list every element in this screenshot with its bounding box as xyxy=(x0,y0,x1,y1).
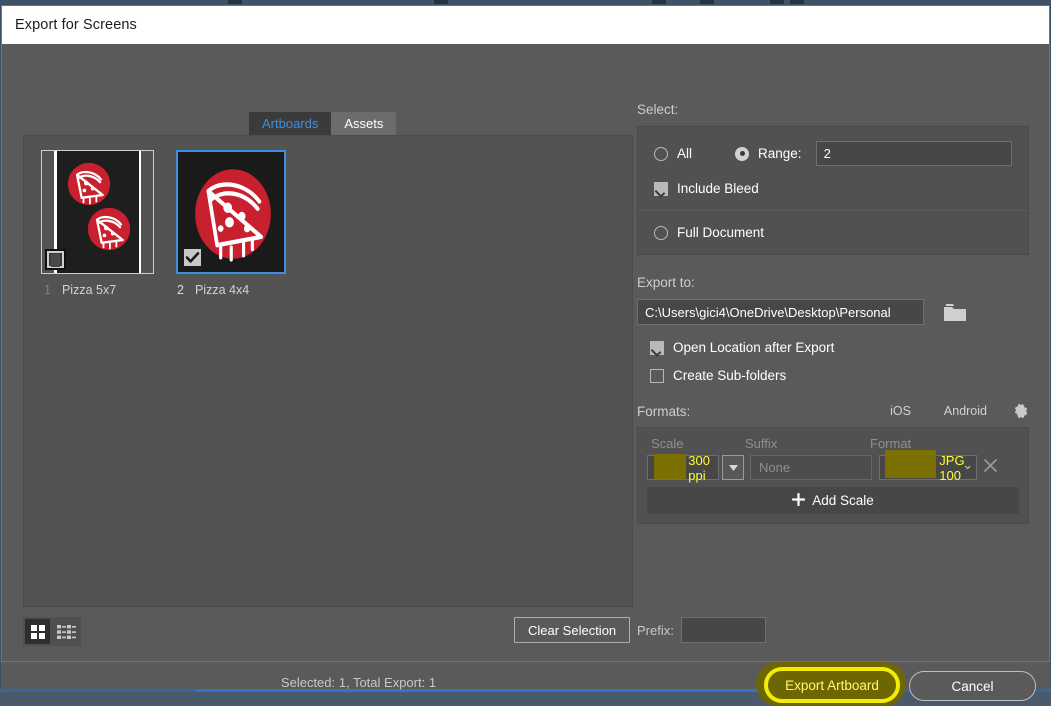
status-label: Selected: 1, Total Export: 1 xyxy=(280,675,437,690)
create-subfolders-checkbox[interactable] xyxy=(650,368,664,383)
cancel-button[interactable]: Cancel xyxy=(909,671,1036,701)
preset-android-button[interactable]: Android xyxy=(944,404,987,418)
column-header-format: Format xyxy=(870,436,912,451)
settings-pane: Select: All Range: 2 Include Bleed Full … xyxy=(633,44,1051,706)
export-to-group: C:\Users\gici4\OneDrive\Desktop\Personal… xyxy=(637,299,1029,383)
scale-input[interactable]: 300 ppi xyxy=(647,452,719,483)
artboards-pane: Artboards Assets 1 Pizza 5x7 2 Pizza 4x4… xyxy=(2,44,633,690)
artboard-2-canvas xyxy=(175,150,286,274)
artboard-item-1[interactable]: 1 Pizza 5x7 xyxy=(41,150,158,297)
view-mode-toggle-group xyxy=(23,617,81,646)
export-for-screens-dialog: Export for Screens Artboards Assets 1 Pi… xyxy=(1,5,1051,706)
export-path-input[interactable]: C:\Users\gici4\OneDrive\Desktop\Personal xyxy=(637,299,924,325)
suffix-placeholder: None xyxy=(759,460,791,475)
range-input[interactable]: 2 xyxy=(815,141,1012,166)
column-header-suffix: Suffix xyxy=(745,436,778,451)
formats-header-row: Formats: iOS Android xyxy=(637,403,1029,419)
tabstrip: Artboards Assets xyxy=(249,112,397,135)
select-scope-row: All Range: 2 xyxy=(654,141,1012,166)
preset-ios-button[interactable]: iOS xyxy=(890,404,911,418)
radio-all[interactable] xyxy=(654,146,668,161)
format-select[interactable]: JPG 100 xyxy=(879,449,977,483)
select-group-divider xyxy=(638,210,1028,211)
create-subfolders-label: Create Sub-folders xyxy=(673,368,787,383)
radio-range-label: Range: xyxy=(758,146,802,161)
column-header-scale: Scale xyxy=(651,436,684,451)
export-artboard-button[interactable]: Export Artboard xyxy=(767,670,897,700)
grid-view-icon[interactable] xyxy=(25,619,50,644)
gear-icon[interactable] xyxy=(1013,403,1029,419)
open-location-checkbox[interactable] xyxy=(650,340,664,355)
scale-value: 300 ppi xyxy=(688,452,710,483)
radio-full-document-label: Full Document xyxy=(677,225,765,240)
radio-full-document[interactable] xyxy=(654,225,668,240)
include-bleed-row: Include Bleed xyxy=(654,181,1012,196)
artboard-1-canvas xyxy=(54,151,141,273)
add-scale-button[interactable]: Add Scale xyxy=(647,487,1019,514)
list-view-icon[interactable] xyxy=(54,619,79,644)
dialog-body: Artboards Assets 1 Pizza 5x7 2 Pizza 4x4… xyxy=(2,44,1051,706)
export-path-row: C:\Users\gici4\OneDrive\Desktop\Personal xyxy=(637,299,1029,325)
pizza-slice-icon xyxy=(189,162,277,271)
prefix-label: Prefix: xyxy=(637,622,674,638)
close-icon[interactable] xyxy=(977,458,1003,477)
artboard-2-number: 2 xyxy=(177,283,184,297)
export-to-section-label: Export to: xyxy=(637,275,695,290)
chevron-down-icon xyxy=(964,465,970,470)
artboard-item-2[interactable]: 2 Pizza 4x4 xyxy=(174,150,291,297)
create-subfolders-row: Create Sub-folders xyxy=(650,368,1029,383)
include-bleed-checkbox[interactable] xyxy=(654,181,668,196)
artboard-1-label: 1 Pizza 5x7 xyxy=(41,283,158,297)
folder-icon[interactable] xyxy=(943,303,967,322)
artboard-1-thumbnail[interactable] xyxy=(41,150,154,274)
artboard-1-number: 1 xyxy=(44,283,51,297)
artboard-1-checkbox[interactable] xyxy=(45,249,66,270)
suffix-input[interactable]: None xyxy=(750,455,872,480)
open-location-row: Open Location after Export xyxy=(650,340,1029,355)
export-artboard-annotation: Export Artboard xyxy=(756,662,906,706)
select-group: All Range: 2 Include Bleed Full Document xyxy=(637,126,1029,255)
export-status-text: Selected: 1, Total Export: 1 xyxy=(2,675,633,690)
include-bleed-label: Include Bleed xyxy=(677,181,759,196)
pizza-slice-icon xyxy=(86,206,132,257)
open-location-label: Open Location after Export xyxy=(673,340,835,355)
tab-assets[interactable]: Assets xyxy=(331,112,397,135)
chevron-down-icon[interactable] xyxy=(722,455,744,480)
tab-artboards[interactable]: Artboards xyxy=(249,112,332,135)
add-scale-label: Add Scale xyxy=(812,493,874,508)
artboard-1-bleed-frame xyxy=(41,150,154,274)
artboard-2-thumbnail[interactable] xyxy=(174,150,287,274)
radio-range[interactable] xyxy=(735,146,750,161)
plus-icon xyxy=(792,492,806,509)
format-value: JPG 100 xyxy=(939,452,965,483)
radio-all-label: All xyxy=(677,146,693,161)
artboard-grid: 1 Pizza 5x7 2 Pizza 4x4 xyxy=(24,136,632,297)
select-section-label: Select: xyxy=(637,102,679,117)
artboard-2-label: 2 Pizza 4x4 xyxy=(174,283,291,297)
prefix-group: Prefix: xyxy=(637,617,766,643)
desktop-background: Export for Screens Artboards Assets 1 Pi… xyxy=(0,0,1051,706)
formats-table: Scale Suffix Format 300 ppi None JPG 100… xyxy=(637,427,1029,524)
artboard-2-name: Pizza 4x4 xyxy=(194,283,250,297)
full-document-row: Full Document xyxy=(654,225,1012,240)
prefix-input[interactable] xyxy=(680,617,766,643)
artboard-1-name: Pizza 5x7 xyxy=(61,283,117,297)
dialog-title: Export for Screens xyxy=(15,17,137,33)
clear-selection-button[interactable]: Clear Selection xyxy=(514,617,631,643)
pizza-slice-icon xyxy=(66,161,112,212)
artboard-2-checkbox[interactable] xyxy=(182,248,202,267)
formats-section-label: Formats: xyxy=(637,403,691,419)
format-row: 300 ppi None JPG 100 xyxy=(647,449,1019,483)
dialog-titlebar: Export for Screens xyxy=(2,6,1049,44)
artboard-thumbnail-panel[interactable]: 1 Pizza 5x7 2 Pizza 4x4 xyxy=(23,135,633,607)
